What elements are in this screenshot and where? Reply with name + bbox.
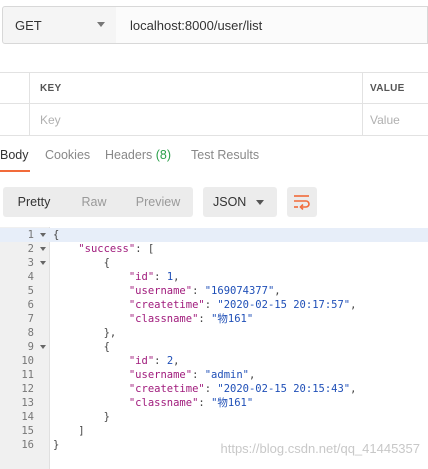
- params-table-header: KEY VALUE: [0, 72, 428, 104]
- code-line-text: "username": "169074377",: [128, 285, 281, 297]
- params-header-check-cell: [0, 73, 30, 103]
- code-line: 5 "username": "169074377",: [0, 284, 428, 298]
- method-select[interactable]: GET: [2, 6, 117, 44]
- url-input[interactable]: localhost:8000/user/list: [116, 6, 428, 44]
- headers-count-badge: (8): [155, 148, 172, 162]
- line-number: 3: [27, 257, 34, 269]
- code-line-text: {: [53, 257, 110, 269]
- key-input[interactable]: Key: [30, 104, 363, 135]
- active-tab-indicator: [0, 170, 30, 172]
- chevron-down-icon: [97, 22, 105, 27]
- code-line: 7 "classname": "物161": [0, 312, 428, 326]
- fold-caret-icon[interactable]: [40, 247, 46, 251]
- fold-caret-icon[interactable]: [40, 233, 46, 237]
- code-line-text: "classname": "物161": [128, 313, 254, 325]
- chevron-down-icon: [256, 200, 264, 205]
- tab-headers[interactable]: Headers (8): [105, 148, 171, 162]
- line-number: 4: [27, 271, 34, 283]
- code-line: 9 {: [0, 340, 428, 354]
- response-body-code: 1{2 "success": [3 {4 "id": 1, 5 "username…: [0, 227, 428, 469]
- code-line-text: "id": 2,: [128, 355, 180, 367]
- raw-button[interactable]: Raw: [65, 187, 123, 217]
- code-line-text: "success": [: [78, 243, 155, 255]
- code-line-text: "username": "admin",: [128, 369, 256, 381]
- code-line-text: "classname": "物161": [128, 397, 254, 409]
- line-number: 11: [21, 369, 34, 381]
- preview-button[interactable]: Preview: [123, 187, 193, 217]
- code-line: 15 ]: [0, 424, 428, 438]
- value-input[interactable]: Value: [363, 104, 428, 135]
- params-row-check-cell: [0, 104, 30, 135]
- line-number: 8: [27, 327, 34, 339]
- wrap-lines-icon: [294, 195, 310, 210]
- line-number: 12: [21, 383, 34, 395]
- code-line-text: {: [53, 341, 110, 353]
- code-line-text: ]: [53, 425, 85, 437]
- code-line: 1{: [0, 228, 428, 242]
- line-number: 16: [21, 439, 34, 451]
- tab-cookies[interactable]: Cookies: [45, 148, 90, 162]
- code-line: 13 "classname": "物161": [0, 396, 428, 410]
- code-line: 6 "createtime": "2020-02-15 20:17:57",: [0, 298, 428, 312]
- watermark-text: https://blog.csdn.net/qq_41445357: [220, 441, 421, 456]
- code-line-text: "createtime": "2020-02-15 20:15:43",: [128, 383, 357, 395]
- line-number: 9: [27, 341, 34, 353]
- fold-caret-icon[interactable]: [40, 261, 46, 265]
- tab-headers-label: Headers: [105, 148, 153, 162]
- wrap-lines-button[interactable]: [287, 187, 317, 217]
- line-number: 13: [21, 397, 34, 409]
- line-number: 10: [21, 355, 34, 367]
- url-text: localhost:8000/user/list: [130, 17, 263, 33]
- code-line: 14 }: [0, 410, 428, 424]
- line-number: 14: [21, 411, 34, 423]
- view-mode-group: Pretty Raw Preview: [3, 187, 193, 217]
- code-line-text: "createtime": "2020-02-15 20:17:57",: [128, 299, 357, 311]
- key-column-header: KEY: [30, 73, 363, 103]
- clipped-options-strip: ​: [0, 48, 428, 62]
- code-line-text: },: [53, 327, 117, 339]
- fold-caret-icon[interactable]: [40, 345, 46, 349]
- format-label: JSON: [213, 195, 247, 209]
- tab-test-results[interactable]: Test Results: [191, 148, 259, 162]
- code-line-text: }: [53, 411, 110, 423]
- line-number: 6: [27, 299, 34, 311]
- code-line: 8 },: [0, 326, 428, 340]
- line-number: 2: [27, 243, 34, 255]
- line-number: 7: [27, 313, 34, 325]
- line-number: 5: [27, 285, 34, 297]
- code-line: 3 {: [0, 256, 428, 270]
- value-column-header: VALUE: [370, 82, 405, 94]
- code-line: 12 "createtime": "2020-02-15 20:15:43",: [0, 382, 428, 396]
- format-select[interactable]: JSON: [203, 187, 277, 217]
- line-number: 1: [27, 229, 34, 241]
- code-line-text: "id": 1,: [128, 271, 180, 283]
- code-line: 4 "id": 1,: [0, 270, 428, 284]
- pretty-button[interactable]: Pretty: [3, 187, 65, 217]
- code-line: 11 "username": "admin",: [0, 368, 428, 382]
- code-line: 10 "id": 2,: [0, 354, 428, 368]
- code-line: 2 "success": [: [0, 242, 428, 256]
- params-table-row: Key Value: [0, 104, 428, 136]
- method-label: GET: [15, 17, 42, 33]
- response-tabs: Body Cookies Headers (8) Test Results: [0, 148, 428, 170]
- code-line-text: {: [53, 229, 60, 241]
- tab-body[interactable]: Body: [0, 148, 29, 162]
- code-line-text: }: [53, 439, 60, 451]
- line-number: 15: [21, 425, 34, 437]
